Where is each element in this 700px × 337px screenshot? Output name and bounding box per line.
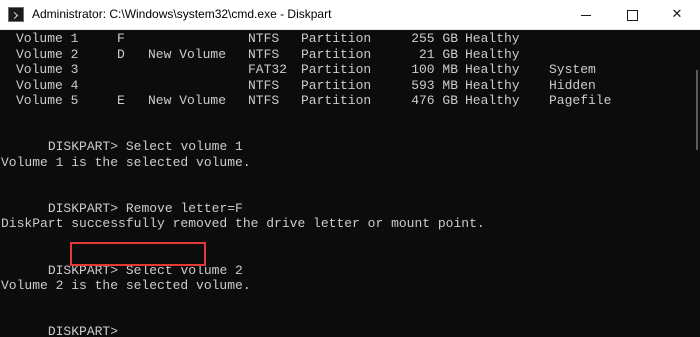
terminal-icon bbox=[8, 7, 24, 22]
volume-cell-info: Pagefile bbox=[549, 93, 612, 108]
prompt: DISKPART> bbox=[47, 201, 119, 216]
volume-cell-label: New Volume bbox=[148, 93, 227, 108]
output-text: Volume 1 is the selected volume. bbox=[1, 155, 251, 170]
volume-cell-status: Healthy bbox=[465, 93, 520, 108]
volume-cell-fs: NTFS bbox=[248, 31, 280, 46]
volume-cell-ltr: E bbox=[117, 93, 125, 108]
console-line: Volume 2 is the selected volume. bbox=[1, 278, 251, 293]
output-text: Volume 2 is the selected volume. bbox=[1, 278, 251, 293]
close-icon: ✕ bbox=[671, 7, 683, 22]
volume-cell-num: Volume 2 bbox=[16, 46, 79, 62]
volume-cell-size: 593 MB bbox=[411, 77, 458, 93]
minimize-icon bbox=[581, 15, 591, 16]
cmd-window: Administrator: C:\Windows\system32\cmd.e… bbox=[0, 0, 700, 337]
volume-cell-size: 21 GB bbox=[418, 46, 458, 62]
volume-cell-fs: NTFS bbox=[248, 93, 280, 108]
volume-cell-status: Healthy bbox=[465, 62, 520, 77]
volume-cell-info: System bbox=[549, 62, 596, 77]
volume-cell-num: Volume 4 bbox=[16, 77, 79, 93]
volume-cell-status: Healthy bbox=[465, 46, 520, 62]
volume-cell-status: Healthy bbox=[465, 77, 520, 93]
volume-cell-num: Volume 3 bbox=[16, 62, 79, 77]
maximize-button[interactable] bbox=[609, 0, 655, 30]
console-line: DISKPART> bbox=[1, 309, 118, 337]
console-line: DiskPart successfully removed the drive … bbox=[1, 216, 485, 231]
console-line: Volume 1 is the selected volume. bbox=[1, 155, 251, 170]
command-text: Select volume 1 bbox=[125, 139, 243, 154]
volume-cell-label: New Volume bbox=[148, 46, 227, 62]
volume-cell-ltr: D bbox=[117, 46, 125, 62]
command-highlight bbox=[70, 242, 206, 266]
volume-cell-type: Partition bbox=[301, 46, 372, 62]
volume-cell-type: Partition bbox=[301, 31, 372, 46]
volume-cell-size: 476 GB bbox=[411, 93, 458, 108]
close-button[interactable]: ✕ bbox=[654, 0, 700, 30]
window-title: Administrator: C:\Windows\system32\cmd.e… bbox=[32, 7, 332, 21]
console-line: DISKPART> Select volume 1 bbox=[1, 124, 243, 154]
volume-cell-ltr: F bbox=[117, 31, 125, 46]
volume-cell-fs: NTFS bbox=[248, 77, 280, 93]
console-line: DISKPART> Remove letter=F bbox=[1, 186, 243, 216]
minimize-button[interactable] bbox=[563, 0, 609, 30]
console-output[interactable]: Volume 1 F NTFS Partition 255 GB Healthy Volum… bbox=[0, 30, 700, 337]
volume-cell-type: Partition bbox=[301, 93, 372, 108]
scrollbar-thumb[interactable] bbox=[696, 70, 698, 150]
volume-cell-size: 100 MB bbox=[411, 62, 458, 77]
volume-cell-type: Partition bbox=[301, 62, 372, 77]
command-text: Remove letter=F bbox=[125, 201, 243, 216]
title-bar[interactable]: Administrator: C:\Windows\system32\cmd.e… bbox=[0, 0, 700, 30]
output-text: DiskPart successfully removed the drive … bbox=[1, 216, 485, 231]
volume-cell-status: Healthy bbox=[465, 31, 520, 46]
volume-cell-fs: FAT32 bbox=[248, 62, 288, 77]
volume-cell-num: Volume 5 bbox=[16, 93, 79, 108]
volume-cell-fs: NTFS bbox=[248, 46, 280, 62]
prompt: DISKPART> bbox=[47, 139, 119, 154]
volume-cell-info: Hidden bbox=[549, 77, 596, 93]
maximize-icon bbox=[626, 10, 638, 21]
prompt: DISKPART> bbox=[47, 324, 119, 337]
volume-cell-type: Partition bbox=[301, 77, 372, 93]
volume-cell-size: 255 GB bbox=[411, 31, 458, 46]
volume-cell-num: Volume 1 bbox=[16, 31, 79, 46]
